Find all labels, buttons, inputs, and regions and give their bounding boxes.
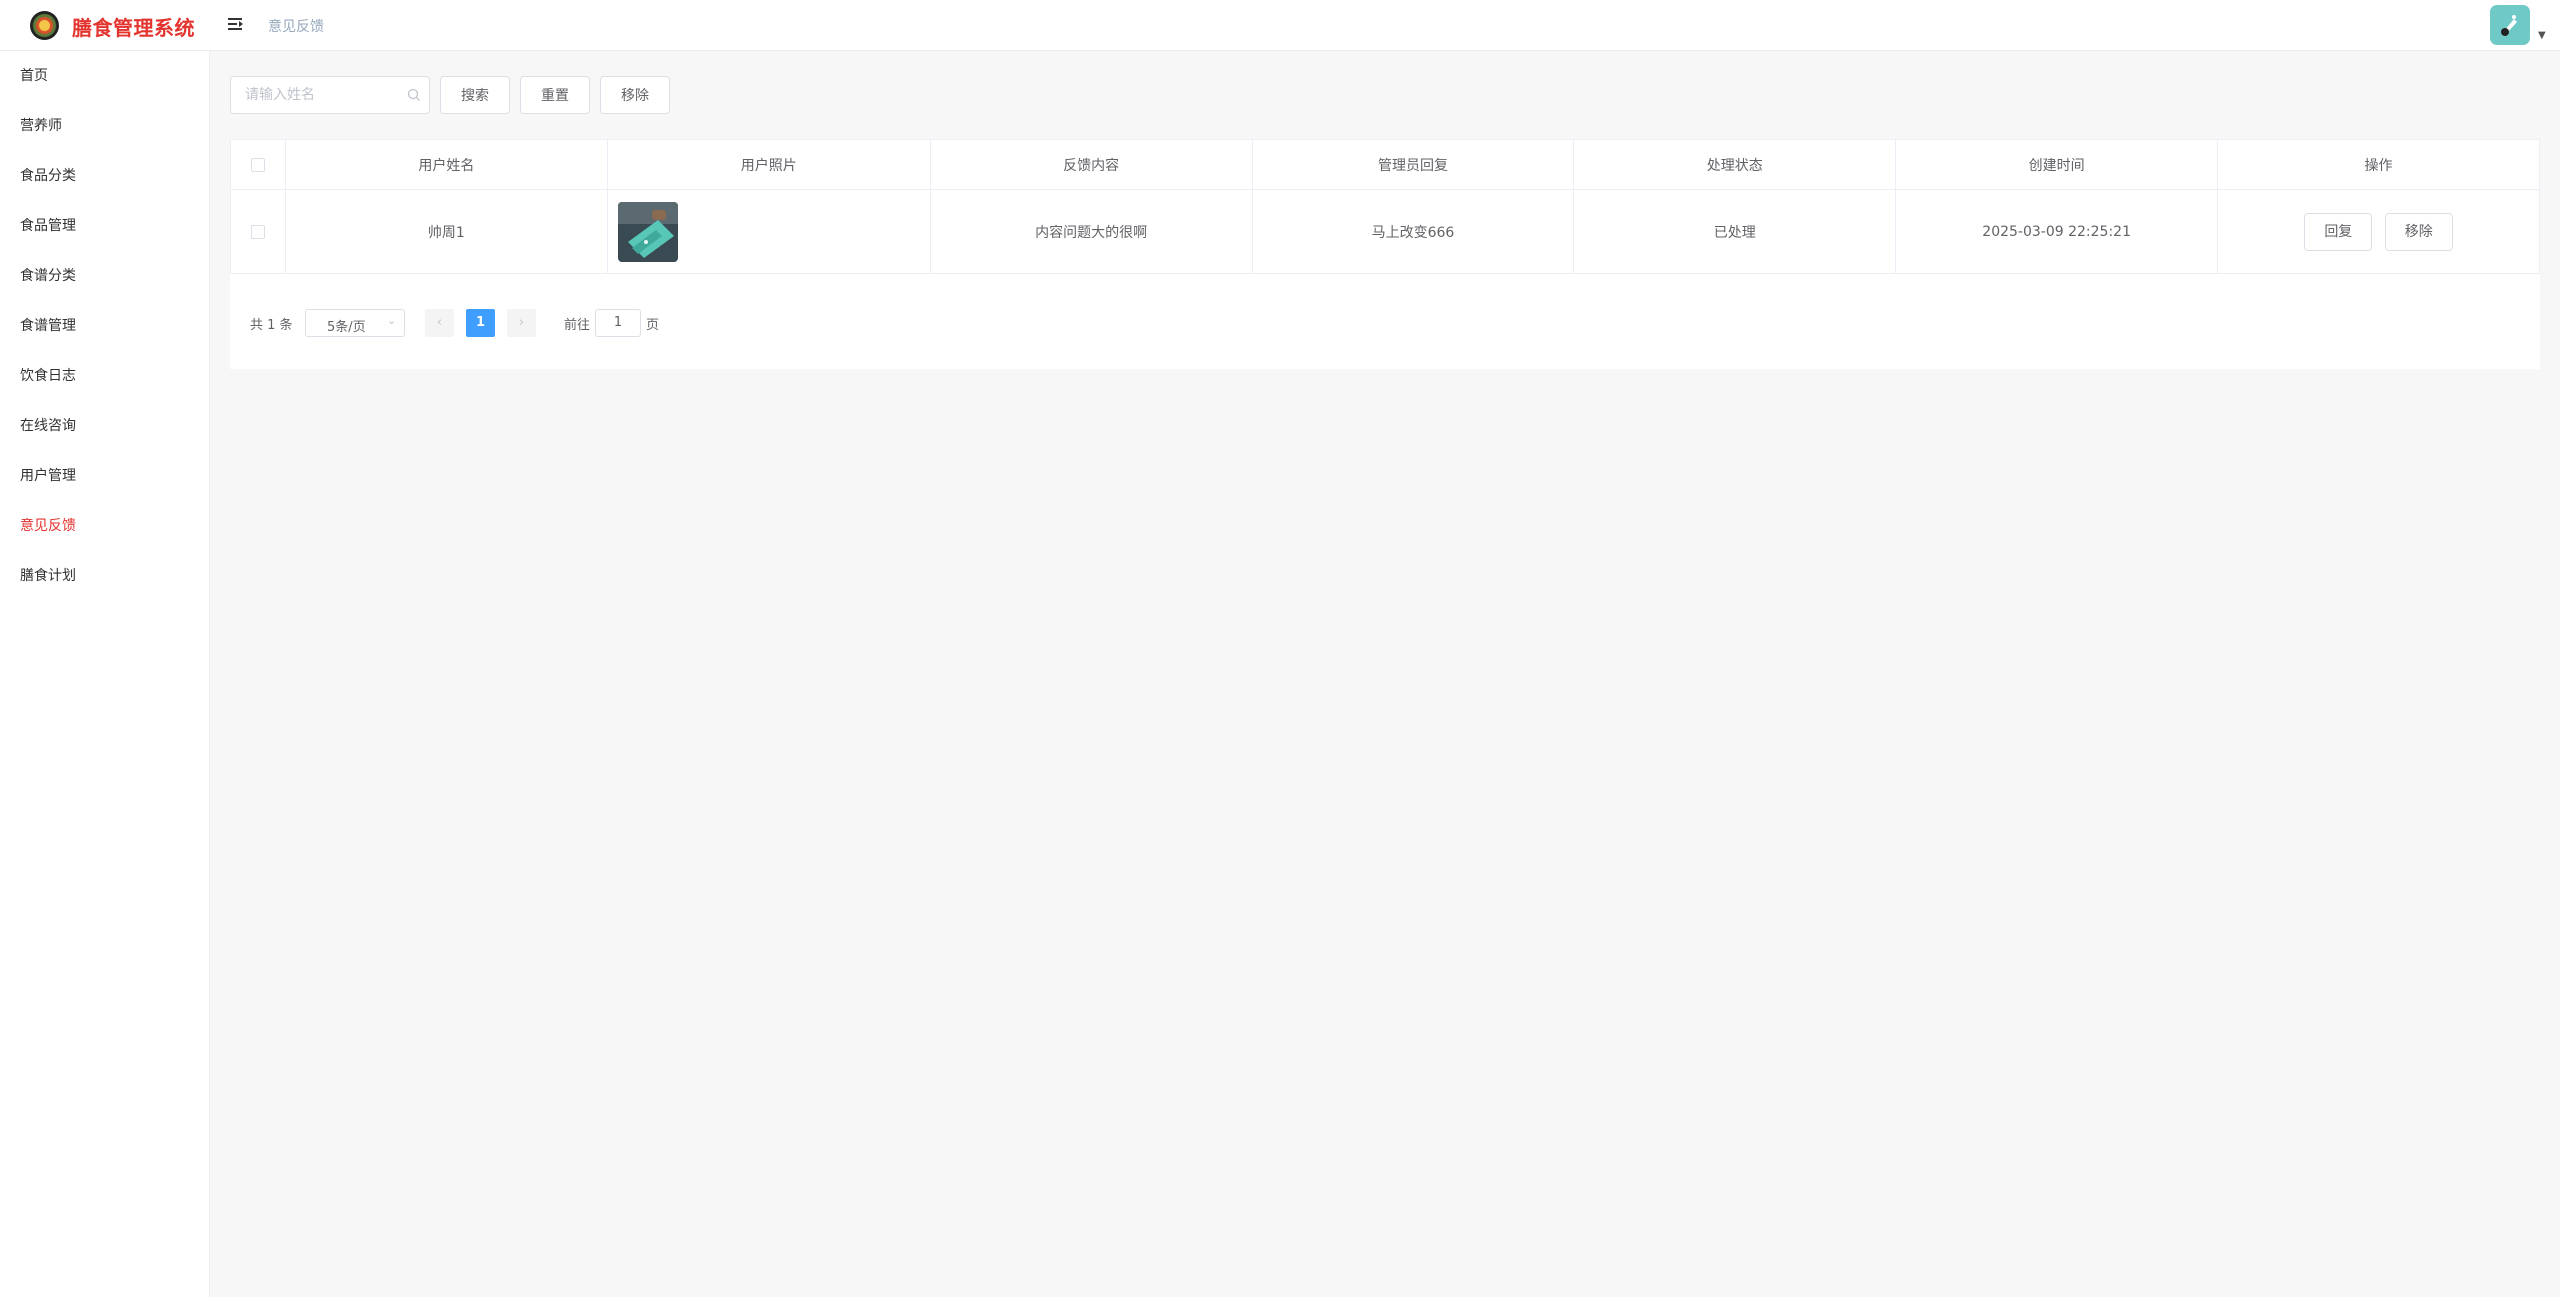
user-photo[interactable] xyxy=(617,201,678,262)
search-button[interactable]: 搜索 xyxy=(440,76,510,114)
next-page-button[interactable]: › xyxy=(507,309,536,337)
cell-content: 内容问题大的很啊 xyxy=(929,189,1253,274)
sidebar-item-food-management[interactable]: 食品管理 xyxy=(20,216,76,236)
sidebar-item-home[interactable]: 首页 xyxy=(20,66,48,86)
row-select-cell[interactable] xyxy=(230,189,286,274)
column-header-name: 用户姓名 xyxy=(284,139,608,190)
table-card: 用户姓名 用户照片 反馈内容 管理员回复 处理状态 创建时间 操作 帅周1 内容… xyxy=(230,139,2540,369)
search-box[interactable] xyxy=(230,76,430,114)
search-input[interactable] xyxy=(245,86,395,104)
page-size-value: 5条/页 xyxy=(327,320,366,335)
chevron-down-icon: ⌄ xyxy=(387,314,397,327)
main-content: 搜索 重置 移除 用户姓名 用户照片 反馈内容 管理员回复 处理状态 创建时间 … xyxy=(210,51,2560,1297)
menu-toggle-icon[interactable] xyxy=(226,15,246,33)
prev-page-button[interactable]: ‹ xyxy=(425,309,454,337)
sidebar-item-feedback[interactable]: 意见反馈 xyxy=(20,516,76,536)
sidebar-item-dietitian[interactable]: 营养师 xyxy=(20,116,62,136)
sidebar-item-diet-log[interactable]: 饮食日志 xyxy=(20,366,76,386)
cell-status: 已处理 xyxy=(1573,189,1897,274)
row-checkbox[interactable] xyxy=(250,224,265,239)
feedback-table: 用户姓名 用户照片 反馈内容 管理员回复 处理状态 创建时间 操作 帅周1 内容… xyxy=(230,139,2540,274)
select-all-cell[interactable] xyxy=(230,139,286,190)
cell-name: 帅周1 xyxy=(284,189,608,274)
reply-button[interactable]: 回复 xyxy=(2304,212,2373,251)
sidebar-item-recipe-category[interactable]: 食谱分类 xyxy=(20,266,76,286)
app-title: 膳食管理系统 xyxy=(72,16,195,40)
column-header-content: 反馈内容 xyxy=(929,139,1253,190)
chevron-down-icon[interactable]: ▼ xyxy=(2538,30,2546,41)
cell-photo xyxy=(606,189,931,274)
goto-label: 前往 xyxy=(564,318,591,333)
user-avatar[interactable] xyxy=(2490,5,2530,45)
column-header-status: 处理状态 xyxy=(1573,139,1897,190)
page-number-current[interactable]: 1 xyxy=(466,309,495,337)
table-row: 帅周1 内容问题大的很啊 马上改变666 已处理 2025-03-09 22:2… xyxy=(230,189,2540,274)
cell-created: 2025-03-09 22:25:21 xyxy=(1895,189,2219,274)
sidebar-item-food-category[interactable]: 食品分类 xyxy=(20,166,76,186)
select-all-checkbox[interactable] xyxy=(250,157,265,172)
sidebar: 首页 营养师 食品分类 食品管理 食谱分类 食谱管理 饮食日志 在线咨询 用户管… xyxy=(0,51,210,1297)
remove-button[interactable]: 移除 xyxy=(600,76,670,114)
top-header: 膳食管理系统 意见反馈 ▼ xyxy=(0,0,2560,51)
breadcrumb[interactable]: 意见反馈 xyxy=(268,16,324,36)
reset-button[interactable]: 重置 xyxy=(520,76,590,114)
column-header-photo: 用户照片 xyxy=(606,139,931,190)
pagination: 共 1 条 5条/页 ⌄ ‹ 1 › 前往 1 页 xyxy=(230,307,1030,337)
goto-page-input[interactable]: 1 xyxy=(595,309,641,337)
cell-actions: 回复 移除 xyxy=(2217,189,2540,274)
search-icon[interactable] xyxy=(407,88,421,102)
column-header-created: 创建时间 xyxy=(1895,139,2219,190)
sidebar-item-recipe-management[interactable]: 食谱管理 xyxy=(20,316,76,336)
table-header-row: 用户姓名 用户照片 反馈内容 管理员回复 处理状态 创建时间 操作 xyxy=(230,139,2540,190)
column-header-actions: 操作 xyxy=(2217,139,2540,190)
pagination-total: 共 1 条 xyxy=(250,318,293,333)
goto-suffix: 页 xyxy=(646,318,660,333)
sidebar-item-users[interactable]: 用户管理 xyxy=(20,466,76,486)
row-remove-button[interactable]: 移除 xyxy=(2384,212,2453,251)
sidebar-item-consultation[interactable]: 在线咨询 xyxy=(20,416,76,436)
column-header-reply: 管理员回复 xyxy=(1251,139,1575,190)
page-size-select[interactable]: 5条/页 ⌄ xyxy=(305,309,405,337)
cell-reply: 马上改变666 xyxy=(1251,189,1575,274)
app-logo xyxy=(30,11,59,40)
sidebar-item-meal-plan[interactable]: 膳食计划 xyxy=(20,566,76,586)
